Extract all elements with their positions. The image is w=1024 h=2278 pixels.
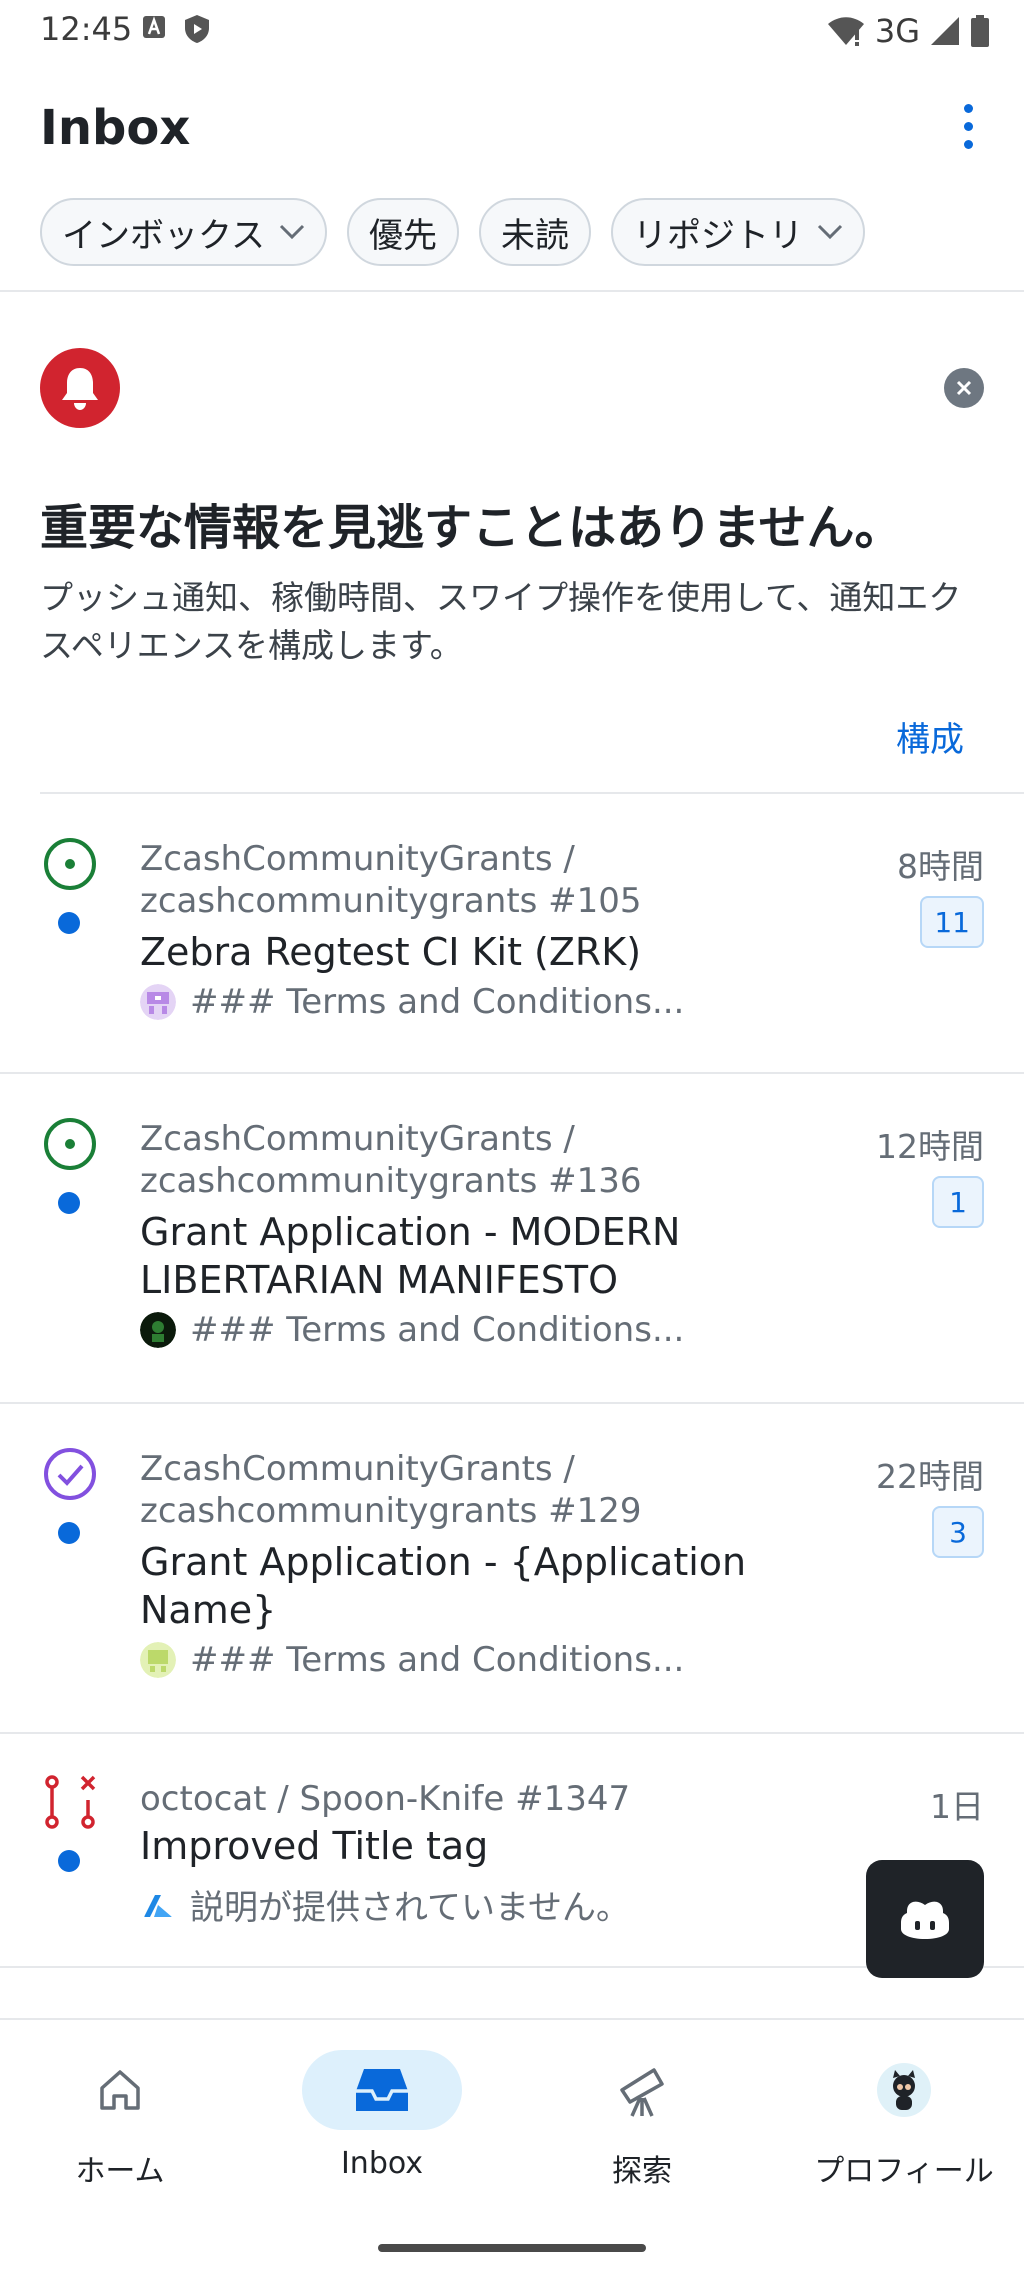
filter-inbox-chip[interactable]: インボックス: [40, 198, 327, 266]
chip-label: インボックス: [62, 215, 265, 256]
bell-icon: [40, 348, 120, 428]
chip-label: リポジトリ: [632, 215, 803, 256]
user-avatar: [140, 1642, 176, 1678]
signal-icon: [931, 17, 959, 45]
network-type: 3G: [874, 12, 920, 50]
comment-count-badge: 11: [920, 896, 984, 948]
inbox-icon: [356, 2069, 408, 2111]
notification-title: Grant Application - {Application Name}: [140, 1540, 747, 1632]
page-title: Inbox: [40, 100, 191, 156]
wifi-icon: [827, 17, 864, 46]
card-description: プッシュ通知、稼働時間、スワイプ操作を使用して、通知エクスペリエンスを構成します…: [40, 578, 962, 665]
shield-icon: [185, 15, 209, 43]
comment-count-badge: 3: [932, 1506, 984, 1558]
avatar-icon: [877, 2063, 931, 2117]
notification-time: 8時間: [897, 847, 984, 886]
kebab-menu-icon[interactable]: [944, 96, 992, 156]
nav-label: ホーム: [75, 2154, 165, 2189]
unread-indicator: [58, 1522, 80, 1544]
close-icon[interactable]: [944, 368, 984, 408]
nav-profile[interactable]: プロフィール: [794, 2050, 1014, 2200]
telescope-icon: [620, 2068, 664, 2117]
nav-inbox[interactable]: Inbox: [272, 2050, 492, 2200]
notification-setup-card: 重要な情報を見逃すことはありません。 プッシュ通知、稼働時間、スワイプ操作を使用…: [0, 292, 1024, 792]
notification-snippet: 説明が提供されていません。: [140, 1880, 630, 1929]
nav-explore[interactable]: 探索: [532, 2050, 752, 2200]
issue-open-icon: [44, 1118, 96, 1170]
notification-snippet: ### Terms and Conditions...: [140, 982, 684, 1022]
home-icon: [100, 2070, 140, 2110]
filter-priority-chip[interactable]: 優先: [346, 198, 459, 266]
home-indicator[interactable]: [378, 2244, 646, 2252]
notification-item[interactable]: ZcashCommunityGrants / zcashcommunitygra…: [0, 794, 1024, 1074]
pull-request-closed-icon: [45, 1775, 96, 1829]
notification-time: 1日: [930, 1787, 984, 1826]
repo-name: octocat / Spoon-Knife #1347: [140, 1779, 631, 1819]
notification-item[interactable]: ZcashCommunityGrants / zcashcommunitygra…: [0, 1074, 1024, 1404]
unread-indicator: [58, 1192, 80, 1214]
repo-name: ZcashCommunityGrants / zcashcommunitygra…: [140, 839, 642, 921]
copilot-button[interactable]: [866, 1860, 984, 1978]
chip-label: 優先: [368, 215, 437, 256]
user-avatar: [140, 1312, 176, 1348]
battery-icon: [971, 15, 989, 47]
repo-name: ZcashCommunityGrants / zcashcommunitygra…: [140, 1449, 642, 1531]
nav-label: Inbox: [340, 2146, 424, 2181]
nav-label: プロフィール: [814, 2154, 994, 2189]
issue-closed-icon: [44, 1448, 96, 1500]
issue-open-icon: [44, 838, 96, 890]
configure-button[interactable]: 構成: [896, 712, 964, 761]
comment-count-badge: 1: [932, 1176, 984, 1228]
copilot-icon: [901, 1901, 949, 1939]
card-title: 重要な情報を見逃すことはありません。: [40, 500, 903, 556]
notification-time: 12時間: [876, 1127, 984, 1166]
header: Inbox: [0, 90, 1024, 170]
repo-name: ZcashCommunityGrants / zcashcommunitygra…: [140, 1119, 642, 1201]
user-avatar: [140, 984, 176, 1020]
notification-item[interactable]: ZcashCommunityGrants / zcashcommunitygra…: [0, 1404, 1024, 1734]
notification-title: Zebra Regtest CI Kit (ZRK): [140, 930, 642, 974]
nav-label: 探索: [612, 2154, 672, 2189]
a-box-icon: [143, 16, 165, 38]
bottom-navigation: ホーム Inbox 探索 プロフィール: [0, 2018, 1024, 2278]
status-bar: 12:45 3G: [0, 0, 1024, 60]
status-time: 12:45: [40, 10, 133, 48]
notification-time: 22時間: [876, 1457, 984, 1496]
filter-repository-chip[interactable]: リポジトリ: [610, 198, 865, 266]
unread-indicator: [58, 1850, 80, 1872]
chevron-down-icon: [279, 224, 305, 240]
notification-snippet: ### Terms and Conditions...: [140, 1640, 684, 1680]
notification-title: Grant Application - MODERN LIBERTARIAN M…: [140, 1210, 681, 1302]
chip-label: 未読: [500, 215, 569, 256]
notification-title: Improved Title tag: [140, 1824, 489, 1868]
notification-snippet: ### Terms and Conditions...: [140, 1310, 684, 1350]
chevron-down-icon: [817, 224, 843, 240]
filter-bar: インボックス 優先 未読 リポジトリ: [40, 198, 865, 266]
filter-unread-chip[interactable]: 未読: [478, 198, 591, 266]
nav-home[interactable]: ホーム: [10, 2050, 230, 2200]
azure-logo-icon: [144, 1894, 172, 1917]
unread-indicator: [58, 912, 80, 934]
